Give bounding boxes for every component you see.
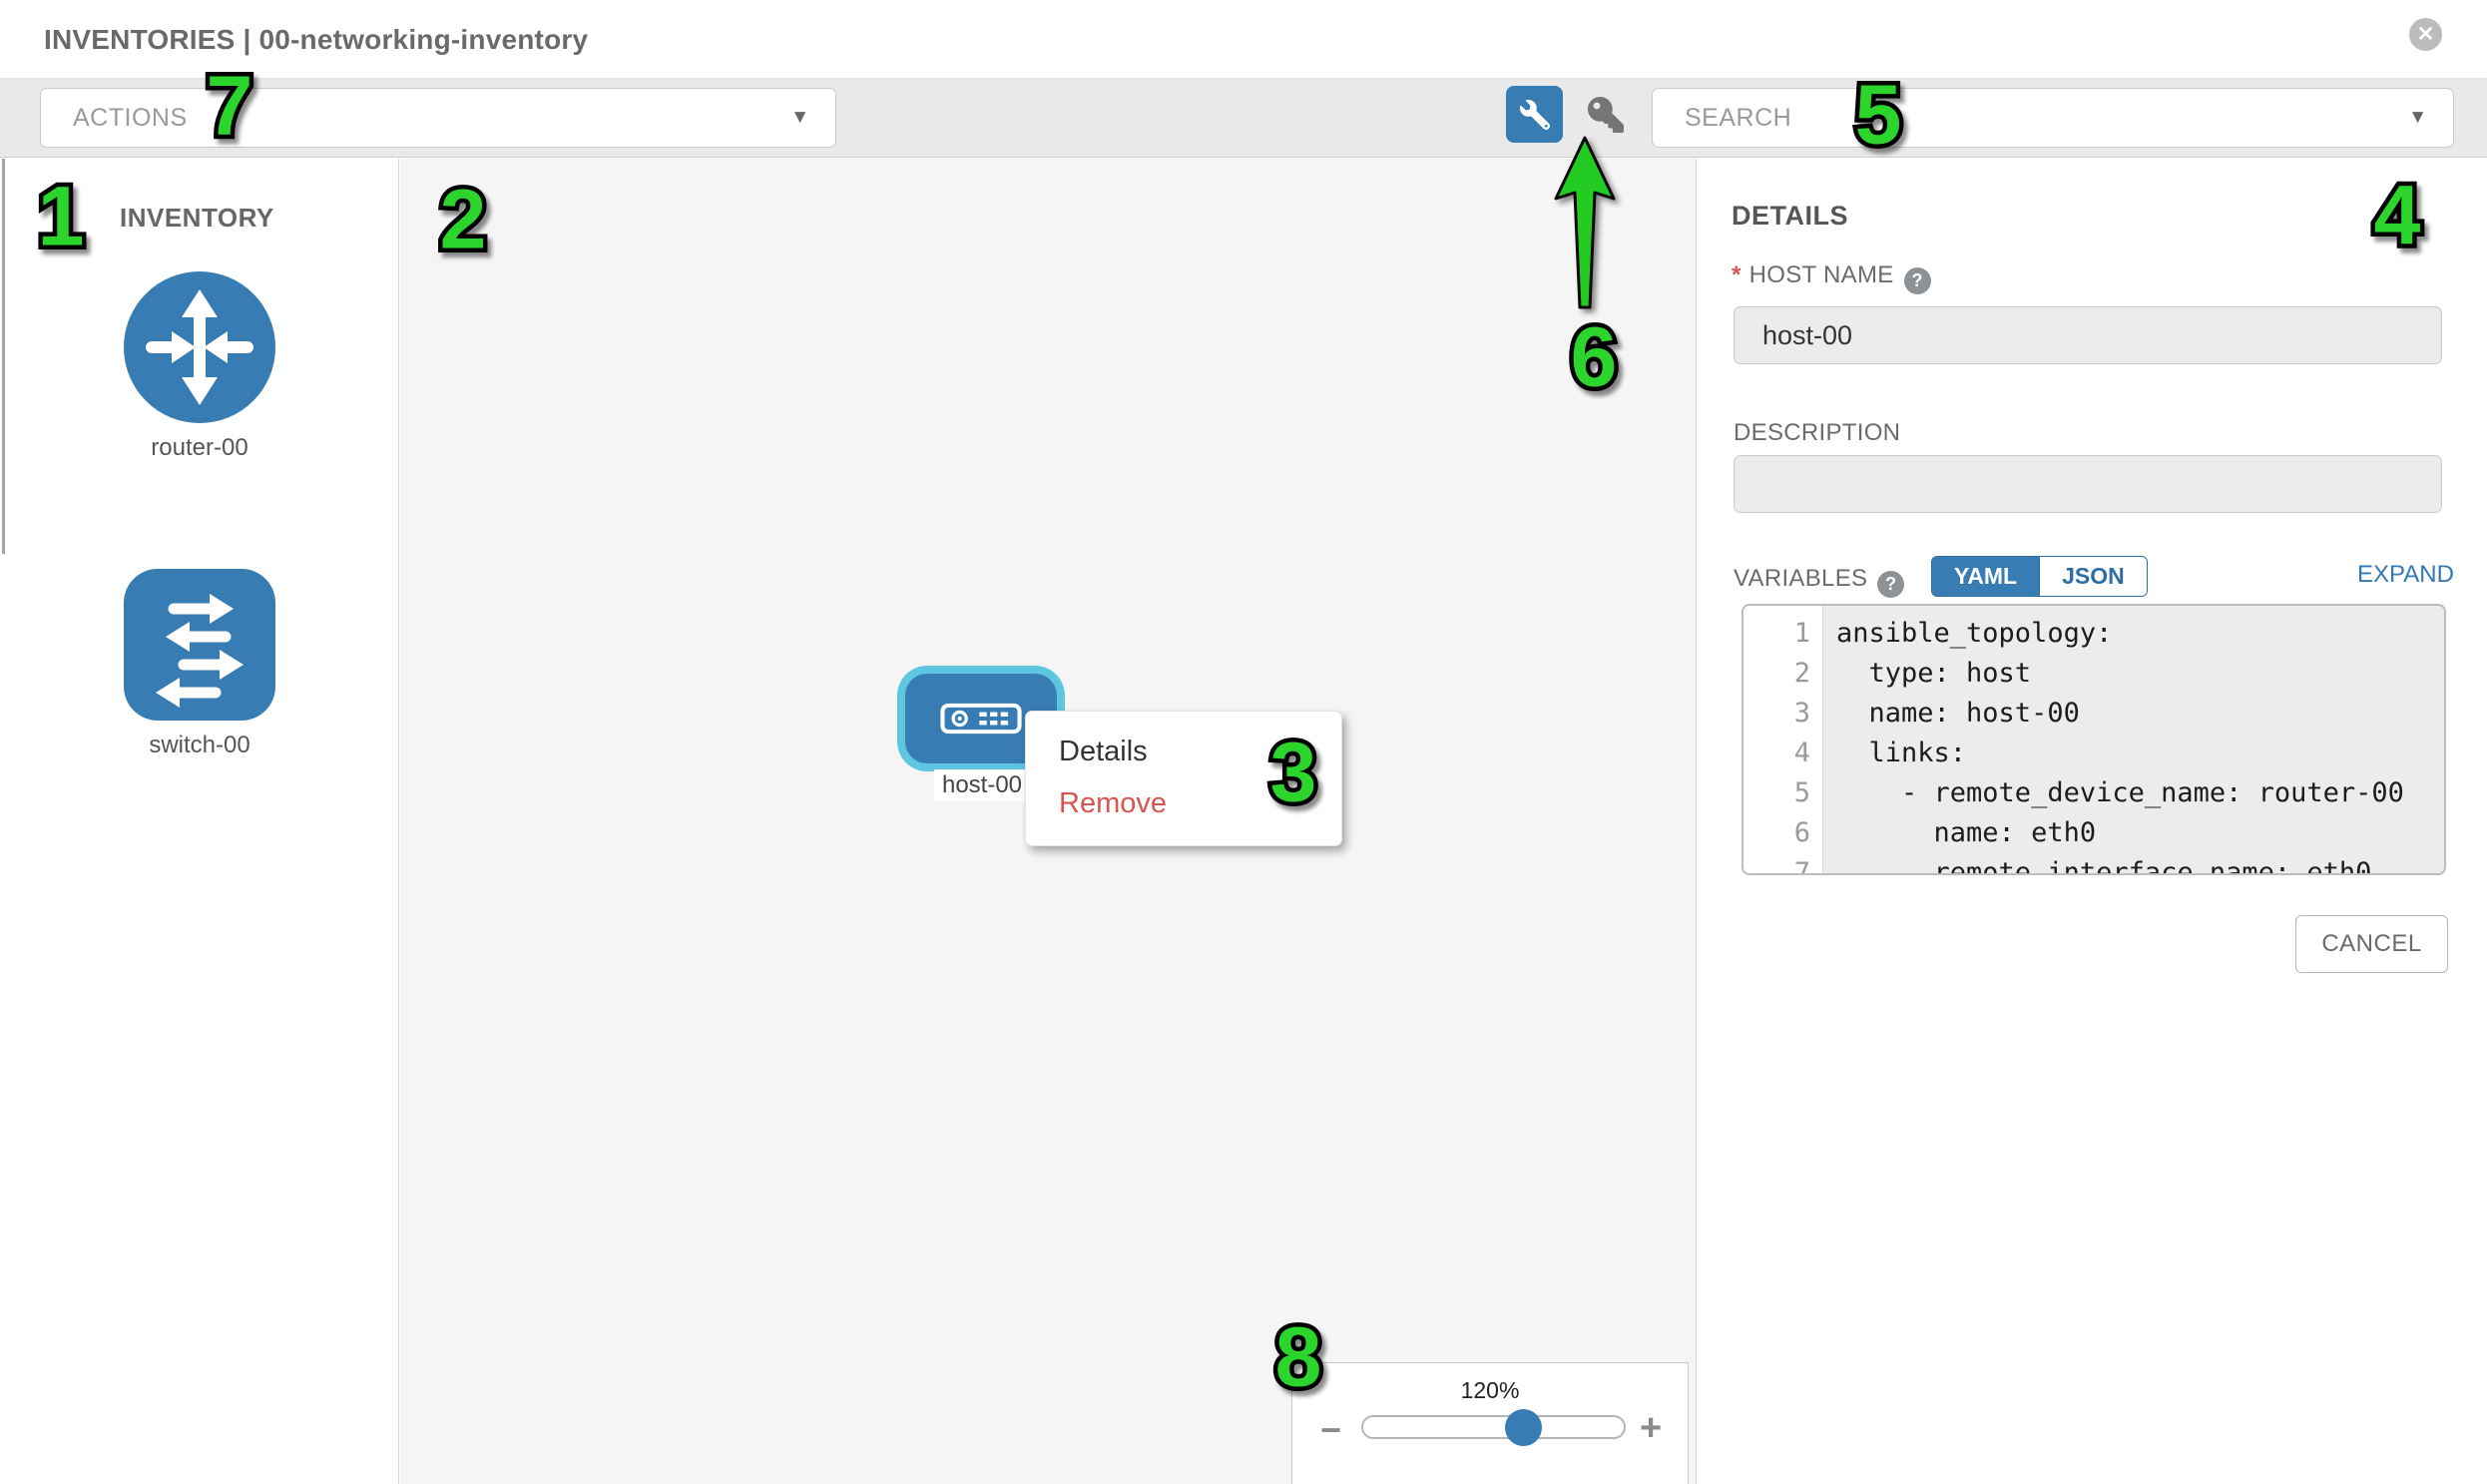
line-number: 2 [1743,654,1822,694]
toolbar: ACTIONS ▼ SEARCH ▼ [0,78,2487,158]
sidebar-scrollbar[interactable] [2,159,5,554]
annotation-marker-1: 1 [38,169,85,265]
annotation-marker-5: 5 [1855,67,1902,164]
variables-format-toggle: YAML JSON [1931,556,2148,597]
zoom-slider-handle[interactable] [1505,1409,1542,1446]
sidebar-item-label: router-00 [70,434,329,462]
annotation-marker-3: 3 [1270,725,1317,821]
line-number: 4 [1743,734,1822,773]
menu-item-remove[interactable]: Remove [1059,787,1167,820]
line-number: 3 [1743,694,1822,734]
json-toggle-button[interactable]: JSON [2039,557,2147,596]
annotation-arrow-up-icon [1537,120,1637,319]
editor-code-area[interactable]: ansible_topology: type: host name: host-… [1824,606,2444,873]
line-number: 6 [1743,813,1822,853]
sidebar-item-label: switch-00 [70,732,329,759]
line-number: 7 [1743,853,1822,875]
host-icon [940,702,1022,736]
variables-label: VARIABLES? [1734,565,1904,598]
menu-item-details[interactable]: Details [1059,736,1148,768]
line-number: 5 [1743,773,1822,813]
chevron-down-icon: ▼ [2408,89,2427,147]
code-line: type: host [1824,654,2444,694]
sidebar-item-switch-00[interactable] [124,569,275,721]
code-line: remote_interface_name: eth0 [1824,853,2444,875]
router-icon [124,271,275,423]
zoom-level-value: 120% [1292,1377,1688,1404]
editor-line-numbers: 1 2 3 4 5 6 7 [1743,606,1823,873]
switch-icon [124,569,275,721]
code-line: name: eth0 [1824,813,2444,853]
search-dropdown[interactable]: SEARCH ▼ [1652,88,2454,148]
annotation-marker-4: 4 [2374,168,2421,264]
zoom-out-button[interactable]: − [1320,1409,1341,1451]
required-asterisk: * [1732,261,1741,288]
actions-dropdown[interactable]: ACTIONS ▼ [40,88,836,148]
yaml-toggle-button[interactable]: YAML [1932,557,2039,596]
host-name-input[interactable] [1734,306,2442,364]
annotation-marker-8: 8 [1275,1309,1322,1406]
annotation-marker-6: 6 [1571,309,1618,406]
code-line: name: host-00 [1824,694,2444,734]
description-label: DESCRIPTION [1734,419,1900,447]
chevron-down-icon: ▼ [790,89,809,147]
zoom-control-panel: 120% − + [1291,1362,1689,1484]
close-icon[interactable]: ✕ [2409,18,2442,51]
annotation-marker-2: 2 [440,172,487,268]
app-header: INVENTORIES | 00-networking-inventory ✕ [0,0,2487,78]
help-icon[interactable]: ? [1877,571,1904,598]
topology-inventory-page: INVENTORIES | 00-networking-inventory ✕ … [0,0,2487,1484]
help-icon[interactable]: ? [1904,267,1931,294]
sidebar-item-router-00[interactable] [124,271,275,423]
annotation-marker-7: 7 [207,58,253,155]
cancel-button[interactable]: CANCEL [2295,915,2448,973]
details-panel-title: DETAILS [1732,201,1848,232]
code-line: links: [1824,734,2444,773]
zoom-slider-track[interactable] [1361,1415,1626,1439]
variables-code-editor[interactable]: 1 2 3 4 5 6 7 ansible_topology: type: ho… [1741,604,2446,875]
sidebar-title: INVENTORY [120,203,274,234]
actions-dropdown-placeholder: ACTIONS [73,89,188,147]
zoom-in-button[interactable]: + [1640,1407,1662,1450]
inventory-sidebar: INVENTORY router-00 [0,159,399,1484]
code-line: ansible_topology: [1824,614,2444,654]
description-input[interactable] [1734,455,2442,513]
host-name-label: *HOST NAME? [1732,261,1931,294]
expand-link[interactable]: EXPAND [2357,561,2454,589]
host-node-label: host-00 [934,769,1030,801]
page-title: INVENTORIES | 00-networking-inventory [44,24,588,56]
search-dropdown-placeholder: SEARCH [1685,89,1791,147]
code-line: - remote_device_name: router-00 [1824,773,2444,813]
line-number: 1 [1743,614,1822,654]
